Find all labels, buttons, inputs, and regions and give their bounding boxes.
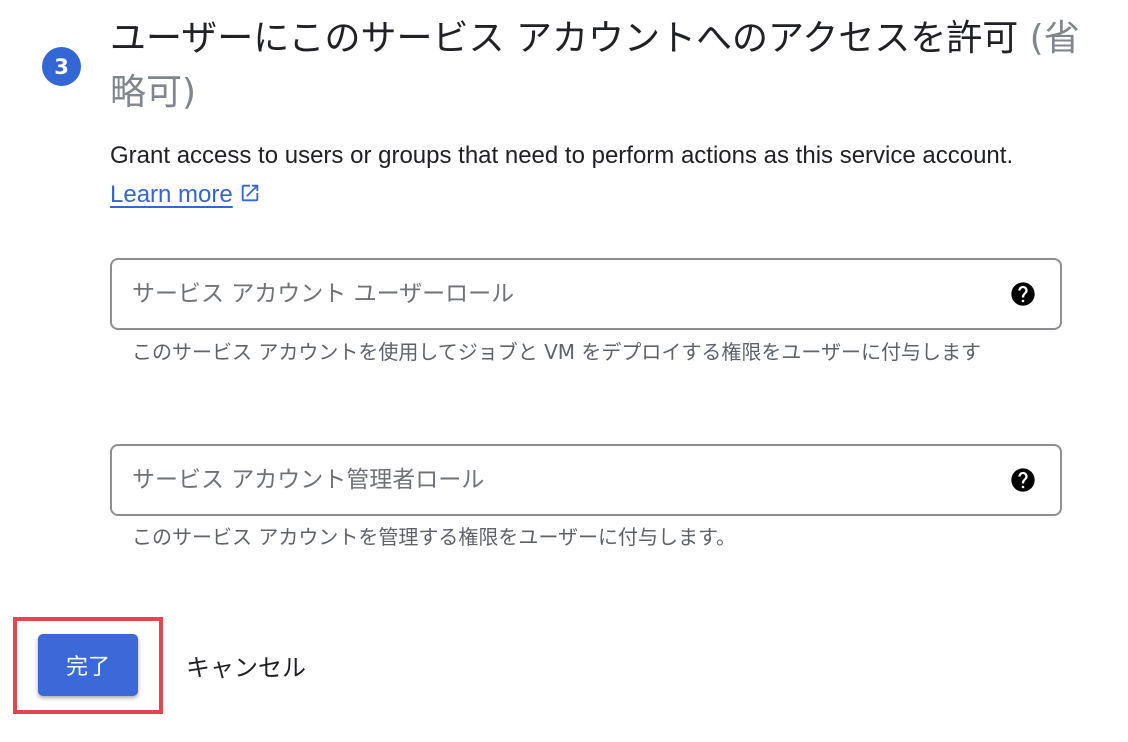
grant-access-step: 3 ユーザーにこのサービス アカウントへのアクセスを許可 (省略可) Grant…	[0, 0, 1128, 742]
description-text: Grant access to users or groups that nee…	[110, 142, 1014, 169]
step-description: Grant access to users or groups that nee…	[110, 136, 1030, 214]
admin-role-input[interactable]	[112, 446, 1009, 514]
admin-role-field	[110, 444, 1062, 516]
done-button[interactable]: 完了	[38, 634, 138, 696]
learn-more-link[interactable]: Learn more	[110, 181, 261, 208]
cancel-button[interactable]: キャンセル	[186, 640, 306, 690]
user-role-hint: このサービス アカウントを使用してジョブと VM をデプロイする権限をユーザーに…	[132, 340, 982, 364]
help-circle-icon[interactable]	[1009, 466, 1037, 494]
user-role-input[interactable]	[112, 260, 1009, 328]
admin-role-hint: このサービス アカウントを管理する権限をユーザーに付与します。	[132, 525, 736, 549]
user-role-field	[110, 258, 1062, 330]
step-title-main: ユーザーにこのサービス アカウントへのアクセスを許可	[110, 18, 1019, 59]
help-circle-icon[interactable]	[1009, 280, 1037, 308]
step-title: ユーザーにこのサービス アカウントへのアクセスを許可 (省略可)	[110, 12, 1090, 120]
open-in-new-icon	[241, 184, 258, 202]
step-number-badge: 3	[42, 47, 81, 86]
learn-more-label: Learn more	[110, 181, 233, 208]
